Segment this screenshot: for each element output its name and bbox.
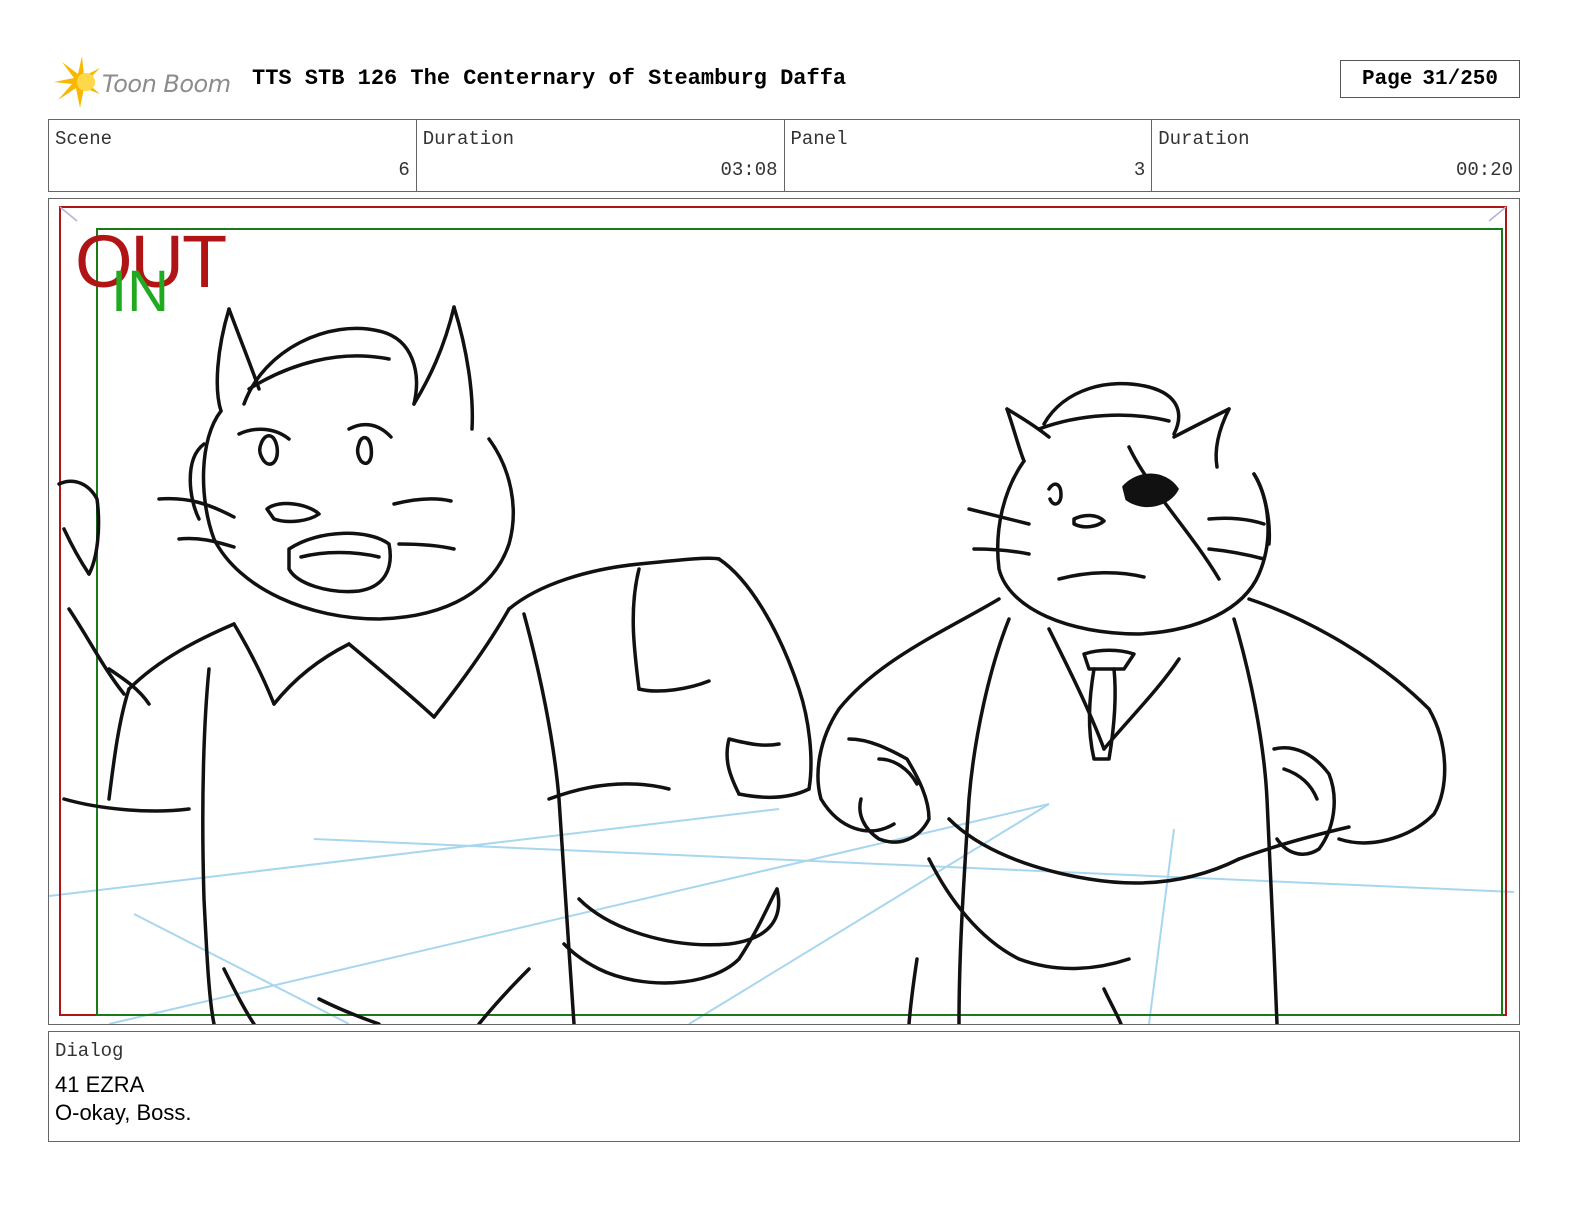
storyboard-panel: OUT IN	[48, 198, 1520, 1025]
in-frame	[96, 228, 1503, 1016]
perspective-guides	[49, 803, 1515, 1024]
panel-duration-cell: Duration 00:20	[1152, 120, 1519, 191]
panel-drawing	[49, 206, 1515, 1024]
panel-duration-label: Duration	[1158, 128, 1250, 150]
scene-duration-cell: Duration 03:08	[417, 120, 785, 191]
dialog-label: Dialog	[55, 1040, 124, 1062]
out-frame	[59, 206, 1507, 1016]
in-frame-label: IN	[111, 259, 169, 324]
dialog-text-line: O-okay, Boss.	[55, 1100, 192, 1125]
panel-duration-value: 00:20	[1455, 159, 1513, 181]
scene-value: 6	[398, 159, 410, 181]
toon-boom-logo: Toon Boom	[48, 54, 248, 110]
logo-text: Toon Boom	[102, 70, 231, 98]
scene-cell: Scene 6	[49, 120, 417, 191]
panel-value: 3	[1133, 159, 1146, 181]
cat-character-right	[816, 381, 1447, 1024]
dialog-box: Dialog 41 EZRA O-okay, Boss.	[48, 1031, 1520, 1142]
page-number: 31/250	[1422, 67, 1499, 91]
document-title: TTS STB 126 The Centernary of Steamburg …	[252, 66, 847, 91]
scene-duration-label: Duration	[422, 128, 514, 150]
scene-duration-value: 03:08	[720, 159, 778, 181]
cat-character-left	[57, 305, 813, 1024]
page-header: Toon Boom TTS STB 126 The Centernary of …	[48, 50, 1520, 110]
dialog-character-line: 41 EZRA	[55, 1072, 145, 1097]
scene-label: Scene	[55, 128, 113, 150]
page-label: Page	[1361, 67, 1413, 91]
panel-info-row: Scene 6 Duration 03:08 Panel 3 Duration …	[48, 119, 1520, 192]
starburst-icon	[54, 56, 100, 108]
panel-label: Panel	[790, 128, 848, 150]
panel-cell: Panel 3	[785, 120, 1153, 191]
page-indicator: Page 31/250	[1340, 60, 1520, 98]
